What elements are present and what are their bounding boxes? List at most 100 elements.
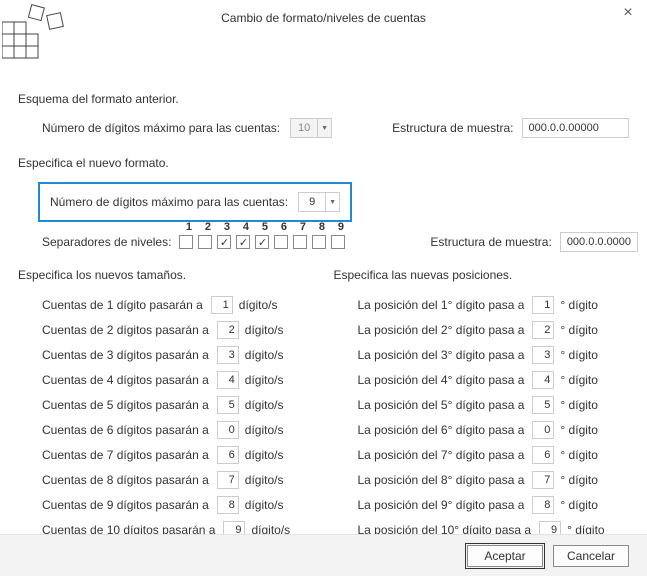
- section-prev-format: Esquema del formato anterior.: [18, 92, 629, 106]
- size-label: Cuentas de 6 dígitos pasarán a: [42, 423, 209, 437]
- separator-number: 5: [255, 221, 274, 233]
- separator-number: 2: [198, 221, 217, 233]
- size-label: Cuentas de 7 dígitos pasarán a: [42, 448, 209, 462]
- position-row: La posición del 6° dígito pasa a 0 ° dígit…: [334, 421, 630, 439]
- size-label: Cuentas de 8 dígitos pasarán a: [42, 473, 209, 487]
- section-new-format: Especifica el nuevo formato.: [18, 156, 629, 170]
- size-input-7[interactable]: 6: [217, 446, 239, 464]
- size-suffix: dígito/s: [245, 398, 284, 412]
- separator-checkbox-9[interactable]: [331, 235, 345, 249]
- size-row: Cuentas de 7 dígitos pasarán a 6 dígito/s: [18, 446, 314, 464]
- size-suffix: dígito/s: [245, 473, 284, 487]
- new-digits-combo[interactable]: 9 ▼: [298, 192, 340, 212]
- position-input-5[interactable]: 5: [532, 396, 554, 414]
- position-label: La posición del 7° dígito pasa a: [358, 448, 525, 462]
- dialog-title: Cambio de formato/niveles de cuentas: [0, 11, 647, 25]
- separator-number: 4: [236, 221, 255, 233]
- positions-heading: Especifica las nuevas posiciones.: [334, 268, 630, 282]
- position-label: La posición del 2° dígito pasa a: [358, 323, 525, 337]
- position-input-4[interactable]: 4: [532, 371, 554, 389]
- dialog-footer: Aceptar Cancelar: [0, 534, 647, 576]
- position-row: La posición del 3° dígito pasa a3° dígit…: [334, 346, 630, 364]
- separator-checkbox-5[interactable]: ✓: [255, 235, 269, 249]
- separator-checkbox-7[interactable]: [293, 235, 307, 249]
- size-suffix: dígito/s: [245, 498, 284, 512]
- position-label: La posición del 4° dígito pasa a: [358, 373, 525, 387]
- position-label: La posición del 9° dígito pasa a: [358, 498, 525, 512]
- position-suffix: ° dígito: [560, 373, 598, 387]
- size-input-1[interactable]: 1: [211, 296, 233, 314]
- separators-label: Separadores de niveles:: [42, 235, 171, 249]
- size-input-5[interactable]: 5: [217, 396, 239, 414]
- position-label: La posición del 3° dígito pasa a: [358, 348, 525, 362]
- size-suffix: dígito/s: [245, 323, 284, 337]
- close-icon[interactable]: ×: [621, 6, 635, 20]
- size-suffix: dígito/s: [245, 423, 284, 437]
- new-sample-label: Estructura de muestra:: [430, 235, 551, 249]
- separator-checkbox-1[interactable]: [179, 235, 193, 249]
- size-suffix: dígito/s: [245, 448, 284, 462]
- position-input-8[interactable]: 7: [532, 471, 554, 489]
- position-input-3[interactable]: 3: [532, 346, 554, 364]
- size-row: Cuentas de 9 dígitos pasarán a 8 dígito/s: [18, 496, 314, 514]
- prev-digits-label: Número de dígitos máximo para las cuenta…: [42, 121, 280, 135]
- position-row: La posición del 2° dígito pasa a2° dígit…: [334, 321, 630, 339]
- size-input-3[interactable]: 3: [217, 346, 239, 364]
- chevron-down-icon: ▼: [317, 119, 331, 137]
- separator-checkbox-3[interactable]: ✓: [217, 235, 231, 249]
- size-label: Cuentas de 2 dígitos pasarán a: [42, 323, 209, 337]
- size-row: Cuentas de 4 dígitos pasarán a4dígito/s: [18, 371, 314, 389]
- position-suffix: ° dígito: [560, 448, 598, 462]
- position-label: La posición del 6° dígito pasa a: [358, 423, 525, 437]
- size-row: Cuentas de 3 dígitos pasarán a 3 dígito/s: [18, 346, 314, 364]
- position-input-1[interactable]: 1: [532, 296, 554, 314]
- prev-digits-value: 10: [291, 119, 317, 137]
- position-input-2[interactable]: 2: [532, 321, 554, 339]
- size-row: Cuentas de 8 dígitos pasarán a 7 dígito/s: [18, 471, 314, 489]
- position-input-7[interactable]: 6: [532, 446, 554, 464]
- separator-checkbox-4[interactable]: ✓: [236, 235, 250, 249]
- position-label: La posición del 5° dígito pasa a: [358, 398, 525, 412]
- cancel-button[interactable]: Cancelar: [553, 545, 629, 567]
- size-row: Cuentas de 6 dígitos pasarán a 0 dígito/s: [18, 421, 314, 439]
- size-suffix: dígito/s: [245, 348, 284, 362]
- separator-checkbox-6[interactable]: [274, 235, 288, 249]
- position-input-9[interactable]: 8: [532, 496, 554, 514]
- size-row: Cuentas de 2 dígitos pasarán a 2 dígito/s: [18, 321, 314, 339]
- position-suffix: ° dígito: [560, 298, 598, 312]
- position-suffix: ° dígito: [560, 423, 598, 437]
- position-row: La posición del 4° dígito pasa a 4 ° dígit…: [334, 371, 630, 389]
- position-suffix: ° dígito: [560, 498, 598, 512]
- separator-checkbox-2[interactable]: [198, 235, 212, 249]
- position-row: La posición del 1° dígito pasa a 1 ° dígit…: [334, 296, 630, 314]
- separator-number: 9: [331, 221, 350, 233]
- size-label: Cuentas de 3 dígitos pasarán a: [42, 348, 209, 362]
- size-label: Cuentas de 1 dígito pasarán a: [42, 298, 203, 312]
- prev-sample-field: 000.0.0.00000: [522, 118, 629, 138]
- size-input-8[interactable]: 7: [217, 471, 239, 489]
- separator-number: 8: [312, 221, 331, 233]
- size-label: Cuentas de 9 dígitos pasarán a: [42, 498, 209, 512]
- position-label: La posición del 1° dígito pasa a: [358, 298, 525, 312]
- accept-button[interactable]: Aceptar: [467, 545, 543, 567]
- chevron-down-icon[interactable]: ▼: [325, 193, 339, 211]
- sizes-heading: Especifica los nuevos tamaños.: [18, 268, 314, 282]
- size-input-2[interactable]: 2: [217, 321, 239, 339]
- new-digits-value: 9: [299, 193, 325, 211]
- separator-checkbox-8[interactable]: [312, 235, 326, 249]
- separator-number: 1: [179, 221, 198, 233]
- app-logo-icon: [2, 4, 72, 60]
- position-suffix: ° dígito: [560, 473, 598, 487]
- size-row: Cuentas de 1 dígito pasarán a1dígito/s: [18, 296, 314, 314]
- size-input-6[interactable]: 0: [217, 421, 239, 439]
- position-label: La posición del 8° dígito pasa a: [358, 473, 525, 487]
- position-row: La posición del 5° dígito pasa a5° dígit…: [334, 396, 630, 414]
- position-input-6[interactable]: 0: [532, 421, 554, 439]
- size-input-9[interactable]: 8: [217, 496, 239, 514]
- separator-number: 7: [293, 221, 312, 233]
- size-input-4[interactable]: 4: [217, 371, 239, 389]
- position-row: La posición del 8° dígito pasa a 7 ° dígit…: [334, 471, 630, 489]
- separator-number: 6: [274, 221, 293, 233]
- size-suffix: dígito/s: [245, 373, 284, 387]
- new-digits-label: Número de dígitos máximo para las cuenta…: [50, 195, 288, 209]
